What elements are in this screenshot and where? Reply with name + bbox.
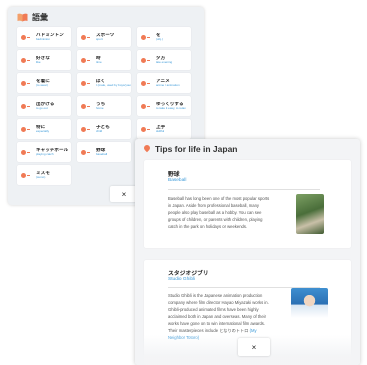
close-button[interactable]: × (110, 186, 138, 202)
vocab-card[interactable]: 夕方 late evening (137, 50, 191, 70)
vocab-meaning: to take it easy, to relax (156, 106, 186, 111)
tip-body-text: Studio Ghibli is the Japanese animation … (168, 293, 269, 333)
tip-name-jp: スタジオジブリ (168, 271, 209, 277)
speaker-icon[interactable] (81, 80, 91, 87)
baseball-photo (296, 194, 324, 234)
vocab-meaning: sport (96, 37, 103, 42)
vocab-meaning: late evening (156, 60, 173, 65)
vocab-card[interactable]: 上手 skillful (137, 119, 191, 139)
tips-title: Tips for life in Japan (155, 144, 238, 154)
speaker-icon[interactable] (141, 103, 151, 110)
vocab-card[interactable]: スポーツ sport (77, 27, 131, 47)
tip-card: 野球 Baseball Baseball has long been one o… (144, 160, 351, 248)
vocab-card[interactable]: を (obj.) (137, 27, 191, 47)
speaker-icon[interactable] (81, 126, 91, 133)
speaker-icon[interactable] (141, 126, 151, 133)
speaker-icon[interactable] (21, 34, 31, 41)
vocab-card[interactable]: ミスモ (sumo) (17, 165, 71, 185)
speaker-icon[interactable] (21, 57, 31, 64)
vocab-card[interactable]: キャッチボール playing catch (17, 142, 71, 162)
speaker-icon[interactable] (21, 149, 31, 156)
vocab-meaning: (obj.) (156, 37, 163, 42)
map-pin-icon (144, 145, 150, 153)
speaker-icon[interactable] (21, 80, 31, 87)
vocab-card[interactable]: 子ども child (77, 119, 131, 139)
book-icon (17, 13, 28, 22)
divider (168, 189, 320, 190)
tip-name-en: Studio Ghibli (168, 277, 196, 282)
vocab-meaning: skillful (156, 129, 165, 134)
speaker-icon[interactable] (21, 172, 31, 179)
vocab-card[interactable]: 特に especially (17, 119, 71, 139)
vocab-card[interactable]: 好きな like (17, 50, 71, 70)
tip-body: Baseball has long been one of the most p… (168, 196, 270, 229)
speaker-icon[interactable] (81, 57, 91, 64)
vocabulary-title: 語彙 (32, 13, 48, 22)
vocab-card[interactable]: を着に (to wear) (17, 73, 71, 93)
vocab-meaning: time (96, 60, 102, 65)
vocab-card[interactable]: 時 time (77, 50, 131, 70)
close-button[interactable]: × (238, 338, 270, 356)
speaker-icon[interactable] (141, 57, 151, 64)
vocab-card[interactable]: ぼくI (male, used by boys/young men) (77, 73, 131, 93)
speaker-icon[interactable] (81, 34, 91, 41)
director-photo (291, 288, 328, 318)
vocab-meaning: anime / animation (156, 83, 180, 88)
vocab-card[interactable]: アニメ anime / animation (137, 73, 191, 93)
vocab-meaning: child (96, 129, 103, 134)
tips-header: Tips for life in Japan (144, 144, 238, 154)
vocab-card[interactable]: バドミントン badminton (17, 27, 71, 47)
vocab-meaning: badminton (36, 37, 51, 42)
vocabulary-header: 語彙 (17, 12, 48, 23)
close-icon: × (251, 342, 257, 352)
speaker-icon[interactable] (21, 126, 31, 133)
vocab-card[interactable]: ゆっくりする to take it easy, to relax (137, 96, 191, 116)
vocab-card[interactable]: 野球 baseball (77, 142, 131, 162)
tip-name-jp: 野球 (168, 172, 180, 178)
tips-panel: Tips for life in Japan 野球 Baseball Baseb… (135, 139, 360, 365)
speaker-icon[interactable] (81, 149, 91, 156)
vocab-meaning: home (96, 106, 104, 111)
speaker-icon[interactable] (21, 103, 31, 110)
speaker-icon[interactable] (81, 103, 91, 110)
vocab-meaning: (to wear) (36, 83, 48, 88)
tip-name-en: Baseball (168, 178, 187, 183)
vocab-meaning: to go out (36, 106, 48, 111)
vocab-meaning: especially (36, 129, 50, 134)
vocab-meaning: (sumo) (36, 175, 46, 180)
vocab-meaning: playing catch (36, 152, 54, 157)
speaker-icon[interactable] (141, 34, 151, 41)
tip-body: Studio Ghibli is the Japanese animation … (168, 292, 272, 341)
vocab-meaning: I (male, used by boys/young men) (96, 83, 131, 88)
vocab-meaning: like (36, 60, 41, 65)
vocab-meaning: baseball (96, 152, 108, 157)
speaker-icon[interactable] (141, 80, 151, 87)
vocab-card[interactable]: うち home (77, 96, 131, 116)
vocab-card[interactable]: 出かける to go out (17, 96, 71, 116)
close-icon: × (121, 189, 127, 199)
